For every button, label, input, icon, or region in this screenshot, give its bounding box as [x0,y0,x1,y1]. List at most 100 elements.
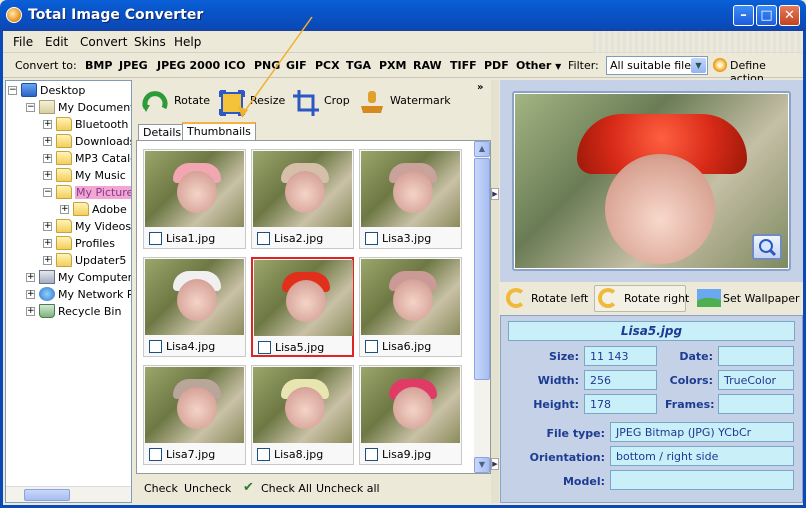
rotate-right-button[interactable]: Rotate right [624,292,689,305]
check-all-button[interactable]: Check All [261,482,312,495]
format-jpeg[interactable]: JPEG [119,59,148,72]
folder-icon [56,236,72,250]
expand-icon[interactable]: + [60,205,69,214]
expand-icon[interactable]: + [26,273,35,282]
thumbnail-card-selected[interactable]: Lisa5.jpg [251,257,354,357]
watermark-button[interactable]: Watermark [390,94,451,107]
thumbnail-image [253,151,352,227]
thumbnail-checkbox[interactable] [149,232,162,245]
format-ico[interactable]: ICO [224,59,246,72]
thumbnail-card[interactable]: Lisa1.jpg [143,149,246,249]
expand-icon[interactable]: + [26,290,35,299]
thumbnail-checkbox[interactable] [149,448,162,461]
thumbnail-card[interactable]: Lisa2.jpg [251,149,354,249]
expand-icon[interactable]: + [43,171,52,180]
format-gif[interactable]: GIF [286,59,307,72]
thumbnail-card[interactable]: Lisa6.jpg [359,257,462,357]
menu-file[interactable]: File [13,35,33,49]
thumbnail-checkbox[interactable] [365,340,378,353]
thumbnail-checkbox[interactable] [258,341,271,354]
filter-label: Filter: [568,59,599,72]
scrollbar-thumb[interactable] [474,158,490,380]
expand-icon[interactable]: + [43,137,52,146]
menu-help[interactable]: Help [174,35,201,49]
expand-icon[interactable]: + [26,307,35,316]
thumbnail-card[interactable]: Lisa9.jpg [359,365,462,465]
collapse-icon[interactable]: − [26,103,35,112]
collapse-right-icon[interactable]: ▶ [491,458,499,470]
format-pxm[interactable]: PXM [379,59,407,72]
close-button[interactable]: ✕ [779,5,800,26]
tab-details[interactable]: Details [138,124,187,141]
format-tiff[interactable]: TIFF [450,59,477,72]
expand-icon[interactable]: + [43,256,52,265]
orientation-value: bottom / right side [610,446,794,466]
menu-skins[interactable]: Skins [134,35,166,49]
rotate-button[interactable]: Rotate [174,94,210,107]
thumbnail-checkbox[interactable] [257,232,270,245]
title-bar[interactable]: Total Image Converter – □ ✕ [0,0,806,31]
filetype-label: File type: [546,427,605,440]
watermark-icon[interactable] [357,88,387,118]
uncheck-all-button[interactable]: Uncheck all [316,482,380,495]
photo-face [285,171,325,213]
format-tga[interactable]: TGA [346,59,371,72]
thumbnail-card[interactable]: Lisa4.jpg [143,257,246,357]
resize-button[interactable]: Resize [250,94,285,107]
thumbnail-card[interactable]: Lisa3.jpg [359,149,462,249]
info-filename: Lisa5.jpg [508,321,795,341]
format-png[interactable]: PNG [254,59,280,72]
thumbnail-checkbox[interactable] [365,232,378,245]
collapse-icon[interactable]: − [43,188,52,197]
chevron-right-icon[interactable]: » [477,82,483,93]
format-raw[interactable]: RAW [413,59,442,72]
collapse-right-icon[interactable]: ▶ [491,188,499,200]
expand-icon[interactable]: + [43,154,52,163]
zoom-button[interactable] [752,234,782,260]
thumbnail-vertical-scrollbar[interactable]: ▲ ▼ [474,141,490,473]
crop-icon[interactable] [291,88,321,118]
filter-select[interactable]: All suitable files ▼ [606,56,708,75]
folder-tree[interactable]: − Desktop − My Documents + Bluetooth + D… [5,80,132,503]
tree-horizontal-scrollbar[interactable] [6,486,131,502]
thumbnail-checkbox[interactable] [365,448,378,461]
minimize-button[interactable]: – [733,5,754,26]
format-other[interactable]: Other ▼ [516,59,561,72]
expand-icon[interactable]: + [43,120,52,129]
tree-item-label: Profiles [75,237,115,250]
thumbnail-checkbox[interactable] [149,340,162,353]
tree-item-label: My Music [75,169,126,182]
scroll-up-icon[interactable]: ▲ [474,141,490,157]
filter-value: All suitable files [610,59,697,72]
maximize-button[interactable]: □ [756,5,777,26]
crop-button[interactable]: Crop [324,94,350,107]
thumbnail-grid: Lisa1.jpg Lisa2.jpg Lisa3.jpg Lisa4.jpg … [136,140,491,474]
thumbnail-filename: Lisa7.jpg [166,448,216,461]
photo-face [393,387,433,429]
thumbnail-card[interactable]: Lisa8.jpg [251,365,354,465]
menu-convert[interactable]: Convert [80,35,127,49]
panel-splitter[interactable]: ▶ ▶ [491,80,499,503]
rotate-left-button[interactable]: Rotate left [531,292,588,305]
check-button[interactable]: Check [144,482,178,495]
resize-icon[interactable] [217,88,247,118]
menu-edit[interactable]: Edit [45,35,68,49]
uncheck-button[interactable]: Uncheck [184,482,231,495]
expand-icon[interactable]: + [43,222,52,231]
tab-thumbnails[interactable]: Thumbnails [182,122,256,141]
menubar-decoration [593,31,803,53]
thumbnail-checkbox[interactable] [257,448,270,461]
collapse-icon[interactable]: − [8,86,17,95]
thumbnail-card[interactable]: Lisa7.jpg [143,365,246,465]
chevron-down-icon[interactable]: ▼ [691,58,706,73]
scrollbar-thumb[interactable] [24,489,70,501]
expand-icon[interactable]: + [43,239,52,248]
convert-to-label: Convert to: [15,59,77,72]
format-bmp[interactable]: BMP [85,59,112,72]
scroll-down-icon[interactable]: ▼ [474,457,490,473]
format-pcx[interactable]: PCX [315,59,340,72]
rotate-icon[interactable] [140,88,170,118]
set-wallpaper-button[interactable]: Set Wallpaper [723,292,800,305]
format-jpeg2000[interactable]: JPEG 2000 [157,59,220,72]
format-pdf[interactable]: PDF [484,59,509,72]
